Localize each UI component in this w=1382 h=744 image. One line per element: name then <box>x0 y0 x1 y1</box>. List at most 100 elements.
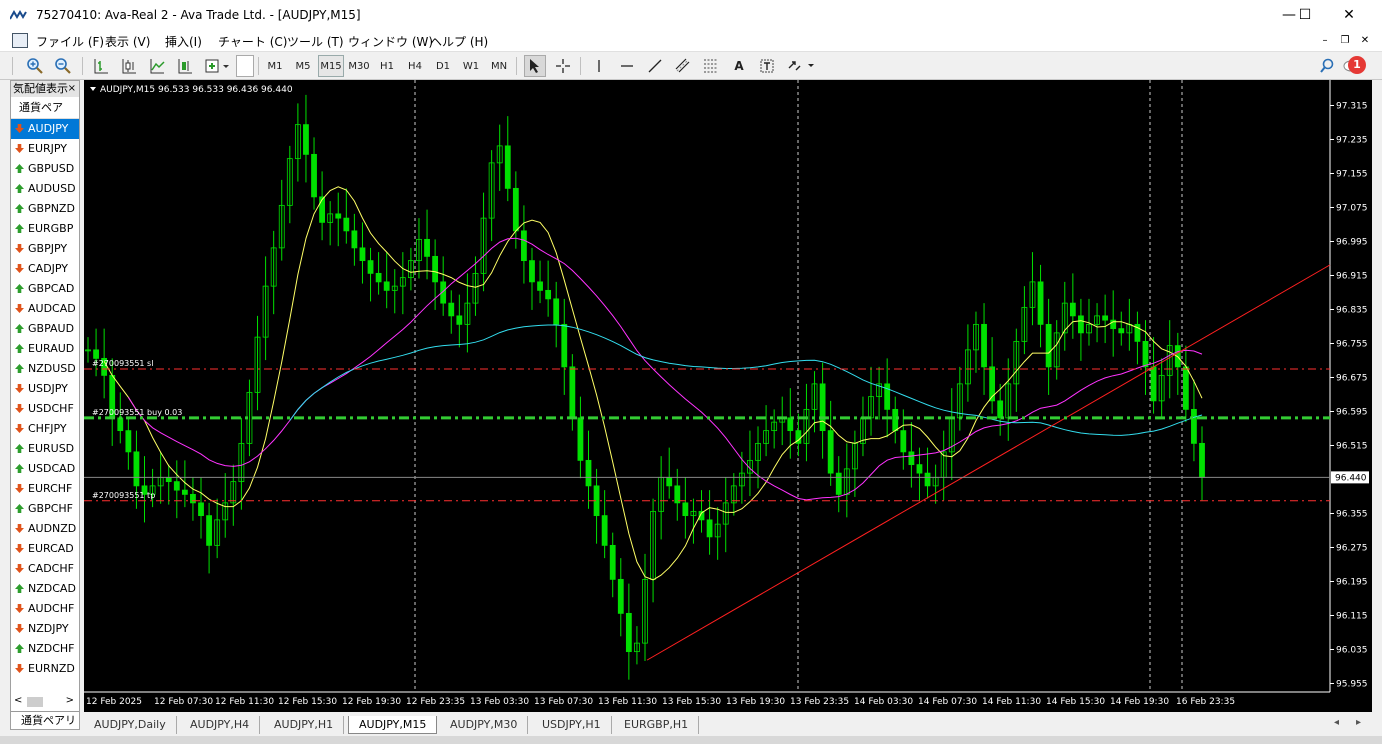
candle-body <box>537 281 543 291</box>
symbol-row-eurnzd[interactable]: EURNZD <box>11 659 79 679</box>
mdi-restore-button[interactable]: ❐ <box>1338 34 1352 48</box>
tab-scroll-right-button[interactable]: ▸ <box>1356 717 1361 728</box>
crosshair-icon[interactable] <box>552 55 574 77</box>
market-watch-header[interactable]: 通貨ペア <box>11 97 79 119</box>
symbol-row-usdcad[interactable]: USDCAD <box>11 459 79 479</box>
equidistant-channel-icon[interactable] <box>672 55 694 77</box>
menu-help[interactable]: ヘルプ (H) <box>430 33 488 50</box>
timeframe-mn[interactable]: MN <box>486 55 512 77</box>
symbol-row-nzdjpy[interactable]: NZDJPY <box>11 619 79 639</box>
vertical-line-icon[interactable] <box>588 55 610 77</box>
symbol-name: USDJPY <box>28 382 68 395</box>
symbol-row-gbpusd[interactable]: GBPUSD <box>11 159 79 179</box>
tab-audjpy-m30[interactable]: AUDJPY,M30 <box>440 716 529 734</box>
toolbar: M1 M5 M15 M30 H1 H4 D1 W1 MN A <box>0 52 1382 80</box>
tab-usdjpy-h1[interactable]: USDJPY,H1 <box>532 716 612 734</box>
symbol-row-eurchf[interactable]: EURCHF <box>11 479 79 499</box>
tab-audjpy-h1[interactable]: AUDJPY,H1 <box>264 716 345 734</box>
timeframe-m1[interactable]: M1 <box>262 55 288 77</box>
candle-body <box>133 451 140 487</box>
symbol-row-eurjpy[interactable]: EURJPY <box>11 139 79 159</box>
close-button[interactable]: ✕ <box>1326 0 1372 30</box>
tab-scroll-left-button[interactable]: ◂ <box>1334 717 1339 728</box>
symbol-row-cadjpy[interactable]: CADJPY <box>11 259 79 279</box>
symbol-row-euraud[interactable]: EURAUD <box>11 339 79 359</box>
menu-charts[interactable]: チャート (C) <box>218 33 287 50</box>
arrows-icon[interactable] <box>784 55 818 77</box>
text-tool-icon[interactable]: A <box>728 55 750 77</box>
symbol-row-nzdchf[interactable]: NZDCHF <box>11 639 79 659</box>
symbol-row-audchf[interactable]: AUDCHF <box>11 599 79 619</box>
scroll-thumb[interactable] <box>27 697 43 707</box>
symbol-name: AUDCHF <box>28 602 75 615</box>
chart-window-icon[interactable] <box>12 33 28 48</box>
symbol-row-gbpjpy[interactable]: GBPJPY <box>11 239 79 259</box>
symbol-row-gbpaud[interactable]: GBPAUD <box>11 319 79 339</box>
menu-file[interactable]: ファイル (F) <box>36 33 104 50</box>
auto-scroll-icon[interactable] <box>174 55 196 77</box>
tab-audjpy-daily[interactable]: AUDJPY,Daily <box>84 716 177 734</box>
horizontal-line-icon[interactable] <box>616 55 638 77</box>
tab-eurgbp-h1[interactable]: EURGBP,H1 <box>614 716 700 734</box>
tab-audjpy-m15[interactable]: AUDJPY,M15 <box>348 716 438 734</box>
line-chart-icon[interactable] <box>146 55 168 77</box>
symbol-row-nzdcad[interactable]: NZDCAD <box>11 579 79 599</box>
cursor-icon[interactable] <box>524 55 546 77</box>
bar-chart-icon[interactable] <box>90 55 112 77</box>
search-icon[interactable] <box>1316 55 1338 77</box>
timeframe-w1[interactable]: W1 <box>458 55 484 77</box>
scroll-right-button[interactable]: > <box>66 695 74 706</box>
symbol-row-eurusd[interactable]: EURUSD <box>11 439 79 459</box>
menu-view[interactable]: 表示 (V) <box>105 33 150 50</box>
timeframe-m15[interactable]: M15 <box>318 55 344 77</box>
symbol-row-gbpcad[interactable]: GBPCAD <box>11 279 79 299</box>
market-watch-tab[interactable]: 通貨ペアリ <box>11 711 79 729</box>
candle-body <box>1078 315 1084 334</box>
symbol-row-usdchf[interactable]: USDCHF <box>11 399 79 419</box>
zoom-out-icon[interactable] <box>52 55 74 77</box>
notification-badge[interactable]: 1 <box>1348 56 1366 74</box>
timeframe-h1[interactable]: H1 <box>374 55 400 77</box>
add-chart-icon[interactable] <box>202 55 232 77</box>
market-watch-close-button[interactable]: × <box>68 81 76 97</box>
tab-audjpy-h4[interactable]: AUDJPY,H4 <box>180 716 261 734</box>
market-watch-scrollbar[interactable]: < > <box>11 695 79 709</box>
symbol-row-nzdusd[interactable]: NZDUSD <box>11 359 79 379</box>
candle-body <box>512 187 519 232</box>
menu-insert[interactable]: 挿入(I) <box>165 33 202 50</box>
period-box[interactable] <box>236 55 254 77</box>
symbol-row-audnzd[interactable]: AUDNZD <box>11 519 79 539</box>
price-chart[interactable]: 97.315 97.235 97.155 97.075 96.995 96.915 96.8… <box>84 80 1372 712</box>
symbol-row-usdjpy[interactable]: USDJPY <box>11 379 79 399</box>
arrow-down-icon <box>15 564 24 573</box>
zoom-in-icon[interactable] <box>24 55 46 77</box>
menu-tools[interactable]: ツール (T) <box>287 33 344 50</box>
symbol-row-audjpy[interactable]: AUDJPY <box>11 119 79 139</box>
candle-body <box>125 430 132 453</box>
candlestick-chart-icon[interactable] <box>118 55 140 77</box>
symbol-row-gbpnzd[interactable]: GBPNZD <box>11 199 79 219</box>
mdi-close-button[interactable]: ✕ <box>1358 34 1372 48</box>
symbol-row-chfjpy[interactable]: CHFJPY <box>11 419 79 439</box>
symbol-row-eurcad[interactable]: EURCAD <box>11 539 79 559</box>
symbol-row-audusd[interactable]: AUDUSD <box>11 179 79 199</box>
trendline-icon[interactable] <box>644 55 666 77</box>
timeframe-m5[interactable]: M5 <box>290 55 316 77</box>
symbol-name: EURCHF <box>28 482 73 495</box>
scroll-left-button[interactable]: < <box>14 695 22 706</box>
timeframe-m30[interactable]: M30 <box>346 55 372 77</box>
maximize-button[interactable]: ☐ <box>1282 0 1328 30</box>
symbol-row-gbpchf[interactable]: GBPCHF <box>11 499 79 519</box>
timeframe-h4[interactable]: H4 <box>402 55 428 77</box>
arrow-down-icon <box>15 304 24 313</box>
symbol-row-cadchf[interactable]: CADCHF <box>11 559 79 579</box>
timeframe-d1[interactable]: D1 <box>430 55 456 77</box>
symbol-row-eurgbp[interactable]: EURGBP <box>11 219 79 239</box>
mdi-minimize-button[interactable]: – <box>1318 34 1332 48</box>
menu-bar: ファイル (F) 表示 (V) 挿入(I) チャート (C) ツール (T) ウ… <box>0 30 1382 52</box>
fibonacci-icon[interactable] <box>700 55 722 77</box>
menu-window[interactable]: ウィンドウ (W) <box>348 33 433 50</box>
symbol-row-audcad[interactable]: AUDCAD <box>11 299 79 319</box>
chart-canvas[interactable]: 97.315 97.235 97.155 97.075 96.995 96.915 96.8… <box>84 80 1372 712</box>
text-label-icon[interactable] <box>756 55 778 77</box>
